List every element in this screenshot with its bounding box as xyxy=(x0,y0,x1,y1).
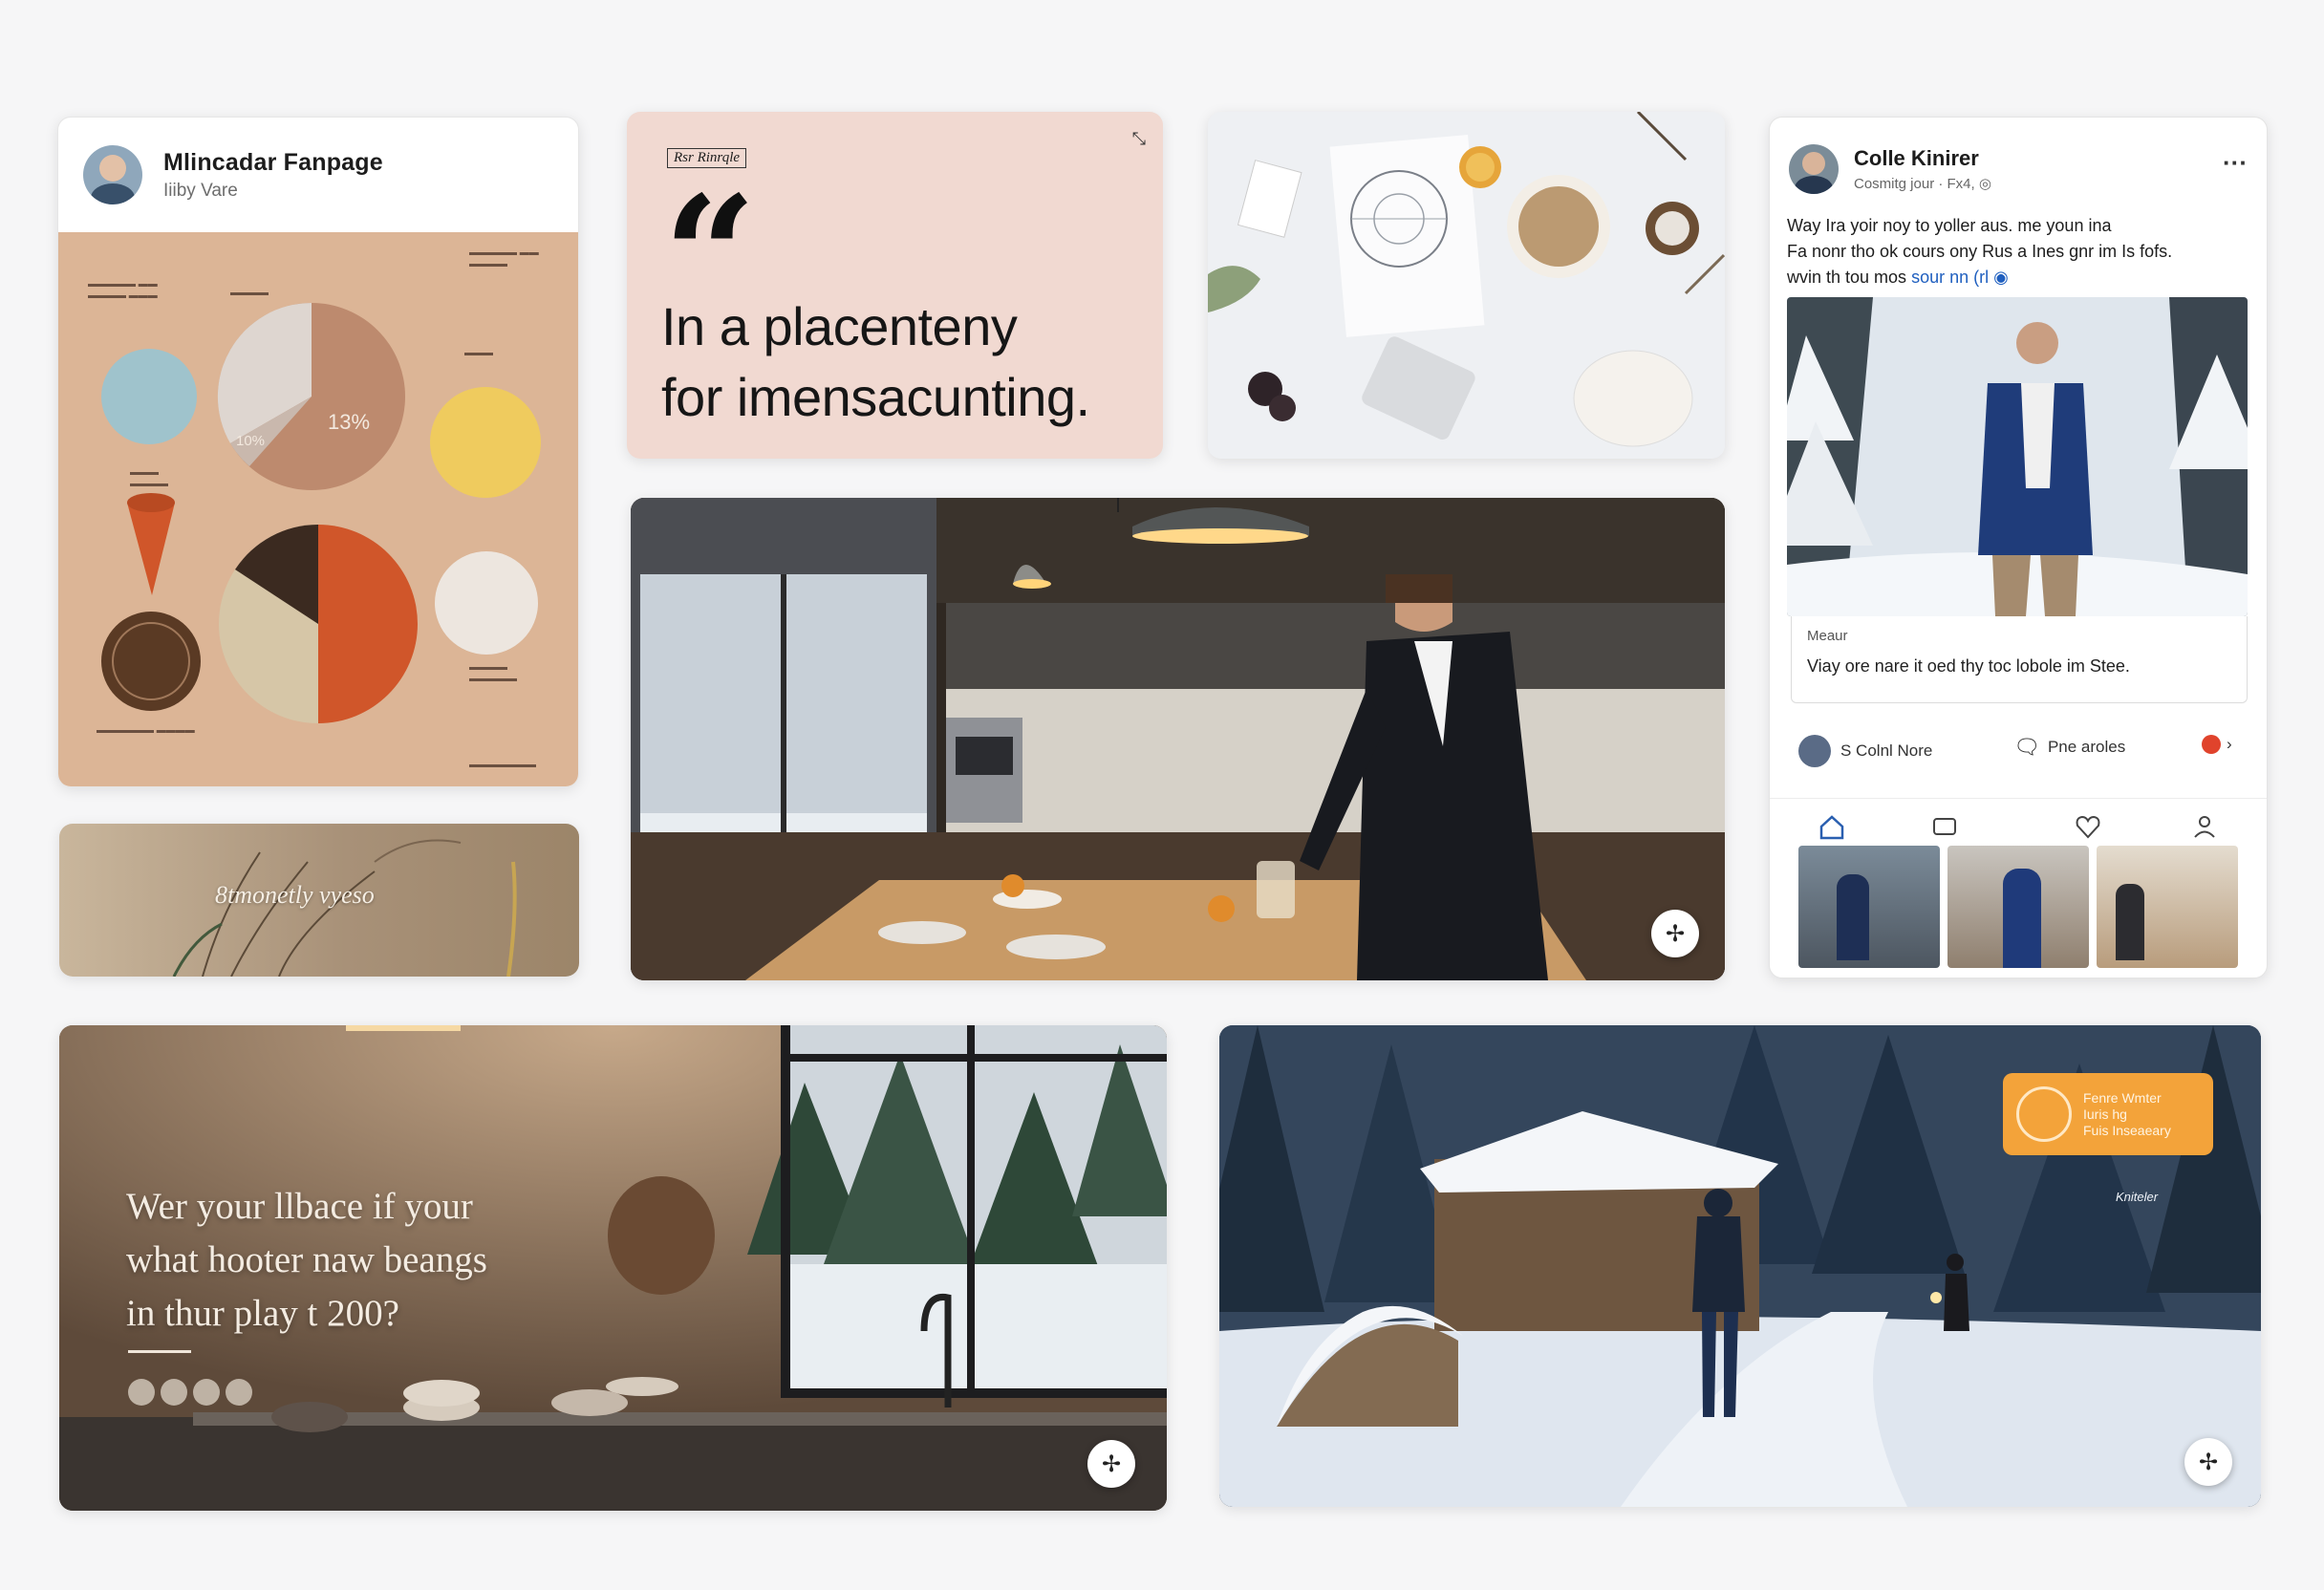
share-icons xyxy=(128,1379,252,1406)
action-label: Pne aroles xyxy=(2047,738,2126,756)
add-button[interactable]: ✢ xyxy=(1087,1440,1135,1488)
post-text-fragment: wvin th tou mos xyxy=(1787,268,1907,287)
post-link[interactable]: sour nn (rl xyxy=(1911,268,1989,287)
percent-label: 13% xyxy=(328,410,371,434)
badge-line: Fuis Inseaeary xyxy=(2083,1122,2171,1138)
heart-icon[interactable] xyxy=(2074,812,2102,841)
thumbnail[interactable] xyxy=(1798,846,1940,968)
twig-banner[interactable]: 8tmonetly vyeso xyxy=(59,824,579,977)
badge-line: Fenre Wmter xyxy=(2083,1089,2162,1106)
brown-circle xyxy=(101,612,201,711)
profile-icon[interactable] xyxy=(2190,812,2219,841)
window-kitchen-photo[interactable]: Wer your llbace if your what hooter naw … xyxy=(59,1025,1167,1511)
chevron-icon: › xyxy=(2227,735,2232,753)
link-icon: ◉ xyxy=(1989,268,2009,287)
reaction-icon xyxy=(2202,735,2221,754)
comment-icon[interactable] xyxy=(226,1379,252,1406)
flatlay-photo[interactable] xyxy=(1208,112,1725,459)
kitchen-photo[interactable]: ✢ xyxy=(631,498,1725,980)
page-title[interactable]: Mlincadar Fanpage xyxy=(163,149,383,177)
quote-line: Wer your llbace if your xyxy=(126,1186,473,1227)
yellow-circle xyxy=(430,387,541,498)
wreath-icon xyxy=(2016,1086,2072,1142)
quote-line: for imensacunting. xyxy=(661,367,1090,427)
snowy-cabin-photo[interactable]: Fenre Wmter Iuris hg Fuis Inseaeary Knit… xyxy=(1219,1025,2261,1507)
divider xyxy=(128,1350,191,1353)
quote-line: in thur play t 200? xyxy=(126,1293,399,1334)
link-icon[interactable] xyxy=(193,1379,220,1406)
thumbnail[interactable] xyxy=(2097,846,2238,968)
replies-action[interactable]: 🗨 Pne aroles xyxy=(2013,735,2125,760)
expand-icon[interactable]: ⤡ xyxy=(1132,129,1146,149)
home-icon[interactable] xyxy=(1818,812,1846,841)
avatar[interactable] xyxy=(83,145,142,204)
repost-icon[interactable] xyxy=(1930,812,1959,841)
comment-action[interactable]: S Colnl Nore xyxy=(1798,735,1932,767)
preview-title: Viay ore nare it oed thy toc lobole im S… xyxy=(1807,656,2130,676)
badge-line: Iuris hg xyxy=(2083,1106,2127,1122)
author-name[interactable]: Colle Kinirer xyxy=(1854,146,1991,171)
overlay-quote: Wer your llbace if your what hooter naw … xyxy=(126,1180,566,1341)
more-options-icon[interactable]: ··· xyxy=(2223,148,2248,178)
quote-line: In a placenteny xyxy=(661,296,1018,356)
page-subtitle: Iiiby Vare xyxy=(163,180,238,201)
orange-cone xyxy=(127,503,175,595)
reaction-action[interactable]: › xyxy=(2202,735,2232,754)
percent-label: 10% xyxy=(236,433,266,449)
info-badge[interactable]: Fenre Wmter Iuris hg Fuis Inseaeary xyxy=(2003,1073,2213,1155)
thumbnail[interactable] xyxy=(1947,846,2089,968)
thumbnail-strip xyxy=(1798,846,2238,968)
social-post-card[interactable]: Colle Kinirer Cosmitg jour · Fx4, ◎ ··· … xyxy=(1769,117,2268,978)
add-button[interactable]: ✢ xyxy=(1651,910,1699,957)
white-circle xyxy=(435,551,538,655)
infographic-chart: ▬▬▬▬▬ ▬▬ ▬▬▬▬ ▬▬▬ ▬▬▬▬ ▬▬▬▬▬ ▬▬ ▬▬▬▬ ▬▬▬ ▬… xyxy=(58,232,578,786)
quote-text: In a placenteny for imensacunting. xyxy=(661,291,1090,433)
action-label: S Colnl Nore xyxy=(1840,741,1933,760)
infographic-header: Mlincadar Fanpage Iiiby Vare xyxy=(58,118,578,232)
link-preview[interactable]: Meaur Viay ore nare it oed thy toc lobol… xyxy=(1791,616,2248,703)
share-icon[interactable] xyxy=(161,1379,187,1406)
post-header: Colle Kinirer Cosmitg jour · Fx4, ◎ ··· xyxy=(1789,144,2249,194)
post-body: Way Ira yoir noy to yoller aus. me youn … xyxy=(1787,213,2251,290)
post-photo[interactable] xyxy=(1787,297,2248,616)
facebook-icon[interactable] xyxy=(128,1379,155,1406)
large-pie-top xyxy=(217,302,405,490)
large-pie-bottom xyxy=(219,525,418,723)
commenter-avatar xyxy=(1798,735,1831,767)
post-text-line: Fa nonr tho ok cours ony Rus a Ines gnr … xyxy=(1787,242,2173,261)
quote-line: what hooter naw beangs xyxy=(126,1239,487,1280)
banner-label: 8tmonetly vyeso xyxy=(215,881,375,909)
author-avatar[interactable] xyxy=(1789,144,1839,194)
add-button[interactable]: ✢ xyxy=(2184,1438,2232,1486)
post-text-line: wvin th tou mos sour nn (rl ◉ xyxy=(1787,265,2251,290)
badge-caption: Kniteler xyxy=(2116,1190,2159,1204)
preview-source: Meaur xyxy=(1807,628,1848,644)
post-text-line: Way Ira yoir noy to yoller aus. me youn … xyxy=(1787,216,2112,235)
post-actions: S Colnl Nore 🗨 Pne aroles › xyxy=(1798,735,2248,773)
post-meta: Cosmitg jour · Fx4, ◎ xyxy=(1854,176,1991,192)
infographic-card[interactable]: Mlincadar Fanpage Iiiby Vare ▬▬▬▬▬ ▬▬ ▬▬… xyxy=(57,117,579,787)
blue-circle xyxy=(101,349,197,444)
quote-card[interactable]: Rsr Rinrqle ⤡ “ In a placenteny for imen… xyxy=(627,112,1163,459)
bottom-nav xyxy=(1770,798,2267,852)
speech-bubble-icon: 🗨 xyxy=(2013,735,2040,759)
